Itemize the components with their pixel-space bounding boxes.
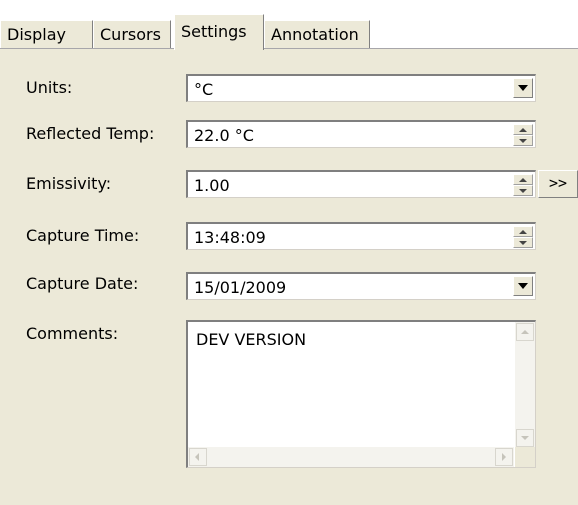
units-value: °C bbox=[194, 80, 214, 99]
tab-annotation[interactable]: Annotation bbox=[264, 20, 370, 48]
reflected-temp-label: Reflected Temp: bbox=[26, 124, 155, 143]
scroll-left-icon[interactable] bbox=[189, 448, 207, 466]
emissivity-label: Emissivity: bbox=[26, 174, 112, 193]
emissivity-value: 1.00 bbox=[194, 176, 230, 195]
capture-date-label: Capture Date: bbox=[26, 274, 139, 293]
capture-date-dropdown-arrow-icon[interactable] bbox=[513, 276, 533, 296]
capture-time-label: Capture Time: bbox=[26, 226, 140, 245]
units-label: Units: bbox=[26, 78, 73, 97]
spin-down-icon[interactable] bbox=[513, 185, 533, 196]
capture-time-value: 13:48:09 bbox=[194, 228, 266, 247]
tab-cursors[interactable]: Cursors bbox=[93, 20, 171, 48]
emissivity-more-button[interactable]: >> bbox=[538, 170, 578, 198]
units-dropdown-arrow-icon[interactable] bbox=[513, 78, 533, 98]
spin-up-icon[interactable] bbox=[513, 174, 533, 185]
spin-down-icon[interactable] bbox=[513, 135, 533, 146]
capture-time-input[interactable]: 13:48:09 bbox=[186, 222, 536, 250]
reflected-temp-input[interactable]: 22.0 °C bbox=[186, 120, 536, 148]
tab-settings[interactable]: Settings bbox=[174, 14, 264, 50]
spin-down-icon[interactable] bbox=[513, 237, 533, 248]
comments-vertical-scrollbar[interactable] bbox=[515, 322, 535, 448]
tab-display[interactable]: Display bbox=[0, 20, 93, 48]
scroll-up-icon[interactable] bbox=[516, 323, 534, 341]
capture-time-spinner[interactable] bbox=[513, 226, 533, 248]
comments-textarea[interactable]: DEV VERSION bbox=[186, 320, 536, 468]
scrollbar-corner bbox=[515, 447, 535, 467]
emissivity-spinner[interactable] bbox=[513, 174, 533, 196]
spin-up-icon[interactable] bbox=[513, 124, 533, 135]
reflected-temp-value: 22.0 °C bbox=[194, 126, 254, 145]
comments-value: DEV VERSION bbox=[196, 330, 307, 349]
comments-label: Comments: bbox=[26, 324, 119, 343]
spin-up-icon[interactable] bbox=[513, 226, 533, 237]
comments-horizontal-scrollbar[interactable] bbox=[188, 447, 514, 467]
capture-date-value: 15/01/2009 bbox=[194, 278, 287, 297]
emissivity-input[interactable]: 1.00 bbox=[186, 170, 536, 198]
scroll-down-icon[interactable] bbox=[516, 429, 534, 447]
capture-date-select[interactable]: 15/01/2009 bbox=[186, 272, 536, 300]
reflected-temp-spinner[interactable] bbox=[513, 124, 533, 146]
scroll-right-icon[interactable] bbox=[495, 448, 513, 466]
units-select[interactable]: °C bbox=[186, 74, 536, 102]
